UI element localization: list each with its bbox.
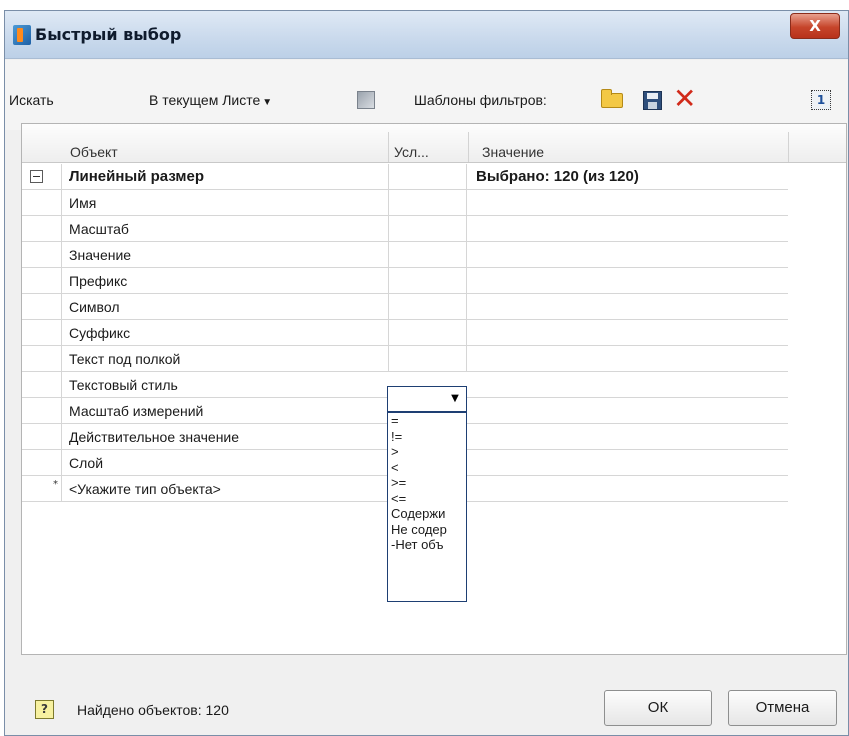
chevron-down-icon: ▼	[262, 97, 273, 108]
row-gutter	[22, 346, 62, 372]
condition-cell[interactable]	[388, 346, 467, 372]
new-row-marker: *	[53, 479, 58, 490]
column-divider[interactable]	[468, 132, 469, 162]
row-gutter	[22, 190, 62, 216]
close-button[interactable]: X	[790, 13, 840, 39]
search-label: Искать	[9, 92, 54, 108]
table-row[interactable]: Имя	[22, 190, 788, 216]
condition-option[interactable]: =	[388, 413, 466, 429]
group-value: Выбрано: 120 (из 120)	[476, 168, 639, 185]
condition-option[interactable]: >	[388, 444, 466, 460]
property-name: Суффикс	[69, 325, 131, 341]
select-one-icon[interactable]: 1	[811, 90, 831, 110]
row-gutter	[22, 294, 62, 320]
title-bar: Быстрый выбор X	[5, 11, 848, 59]
property-name: Масштаб	[69, 221, 129, 237]
condition-option[interactable]: Содержи	[388, 506, 466, 522]
help-icon[interactable]: ?	[35, 700, 54, 719]
property-name: Значение	[69, 247, 132, 263]
scope-value: В текущем Листе	[149, 92, 261, 108]
row-gutter	[22, 242, 62, 268]
group-label: Линейный размер	[69, 168, 204, 185]
collapse-icon[interactable]	[30, 170, 43, 183]
condition-option[interactable]: >=	[388, 475, 466, 491]
column-divider[interactable]	[788, 132, 789, 162]
condition-cell[interactable]	[388, 216, 467, 242]
property-name: Символ	[69, 299, 120, 315]
table-row[interactable]: Символ	[22, 294, 788, 320]
row-gutter	[22, 398, 62, 424]
toolbar: Искать В текущем Листе ▼ Шаблоны фильтров…	[5, 60, 848, 130]
cancel-button[interactable]: Отмена	[728, 690, 837, 726]
row-gutter	[22, 450, 62, 476]
property-name: Слой	[69, 455, 104, 471]
condition-cell[interactable]	[388, 190, 467, 216]
property-name: Текстовый стиль	[69, 377, 178, 393]
object-type-placeholder[interactable]: <Укажите тип объекта>	[69, 481, 221, 497]
property-name: Префикс	[69, 273, 128, 289]
save-icon[interactable]	[643, 91, 662, 110]
table-row[interactable]: Значение	[22, 242, 788, 268]
table-row[interactable]: Суффикс	[22, 320, 788, 346]
filter-templates-label: Шаблоны фильтров:	[414, 92, 547, 108]
found-objects-status: Найдено объектов: 120	[77, 702, 229, 718]
table-row[interactable]: Масштаб	[22, 216, 788, 242]
column-header-object[interactable]: Объект	[70, 144, 118, 160]
property-name: Масштаб измерений	[69, 403, 204, 419]
condition-combobox[interactable]: ▼	[387, 386, 467, 412]
condition-cell[interactable]	[388, 268, 467, 294]
ok-button[interactable]: ОК	[604, 690, 712, 726]
property-name: Имя	[69, 195, 97, 211]
row-gutter	[22, 216, 62, 242]
chevron-down-icon[interactable]: ▼	[447, 391, 463, 407]
condition-cell[interactable]	[388, 164, 467, 190]
condition-dropdown-list: = != > < >= <= Содержи Не содер -Нет объ	[387, 412, 467, 602]
scope-dropdown[interactable]: В текущем Листе ▼	[149, 92, 272, 108]
table-row[interactable]: Текст под полкой	[22, 346, 788, 372]
condition-option[interactable]: <=	[388, 491, 466, 507]
condition-option[interactable]: -Нет объ	[388, 537, 466, 553]
row-gutter	[22, 372, 62, 398]
row-gutter	[22, 320, 62, 346]
condition-option[interactable]: !=	[388, 429, 466, 445]
grid-header: Объект Усл... Значение	[22, 124, 846, 163]
column-header-condition[interactable]: Усл...	[394, 144, 429, 160]
column-divider[interactable]	[388, 132, 389, 162]
property-name: Действительное значение	[69, 429, 240, 445]
row-gutter: *	[22, 476, 62, 502]
pick-objects-icon[interactable]	[357, 91, 375, 109]
property-name: Текст под полкой	[69, 351, 181, 367]
delete-icon[interactable]: ✕	[673, 84, 696, 114]
condition-cell[interactable]	[388, 320, 467, 346]
row-gutter	[22, 424, 62, 450]
app-icon	[13, 25, 31, 45]
table-row[interactable]: Префикс	[22, 268, 788, 294]
condition-option[interactable]: Не содер	[388, 522, 466, 538]
open-folder-icon[interactable]	[601, 89, 623, 108]
condition-option[interactable]: <	[388, 460, 466, 476]
dialog-title: Быстрый выбор	[35, 25, 182, 44]
column-header-value[interactable]: Значение	[482, 144, 544, 160]
row-gutter	[22, 268, 62, 294]
condition-cell[interactable]	[388, 242, 467, 268]
group-row[interactable]: Линейный размер Выбрано: 120 (из 120)	[22, 164, 788, 190]
condition-cell[interactable]	[388, 294, 467, 320]
row-gutter	[22, 164, 62, 190]
